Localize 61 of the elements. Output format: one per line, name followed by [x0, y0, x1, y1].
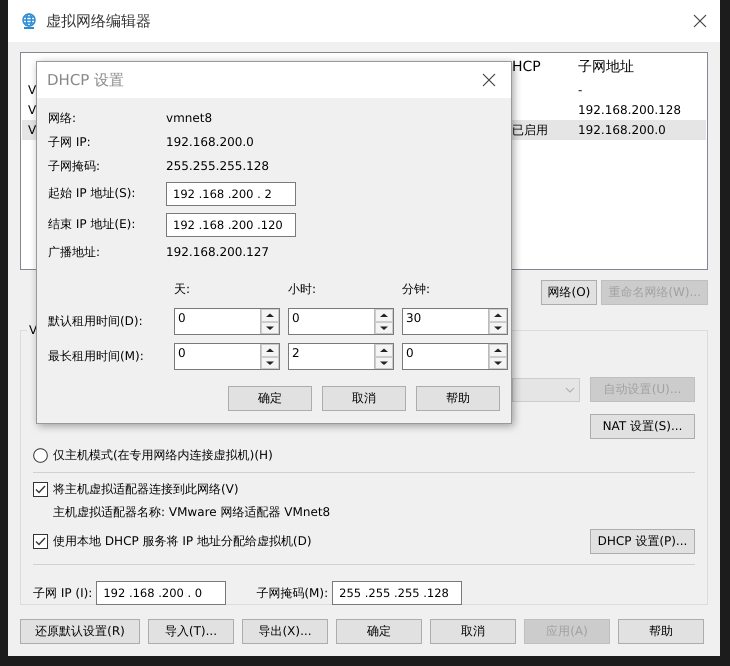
input-field[interactable]: 192 .168 .200 . 2	[166, 182, 296, 206]
field-label: 广播地址:	[48, 244, 100, 260]
spin-box[interactable]: 0	[174, 308, 280, 335]
table-cell: 已启用	[512, 122, 548, 136]
field-label: 默认租用时间(D):	[48, 313, 144, 330]
table-cell-text: V	[27, 83, 38, 97]
checkbox[interactable]	[33, 534, 48, 549]
button[interactable]: 帮助	[416, 386, 500, 411]
column-header[interactable]: 子网地址	[578, 58, 706, 76]
table-cell-text: 192.168.200.128	[578, 103, 682, 117]
button[interactable]: DHCP 设置(P)...	[590, 529, 695, 554]
column-header[interactable]: HCP	[512, 59, 578, 75]
button[interactable]: 帮助	[618, 619, 704, 644]
chevron-icon	[565, 386, 575, 392]
field-label: 最长租用时间(M):	[48, 348, 145, 365]
button[interactable]: 导入(T)...	[148, 619, 234, 644]
column-header: 小时:	[288, 281, 316, 298]
table-cell-text: V	[27, 123, 38, 137]
table-cell-text: -	[578, 83, 584, 97]
close-icon[interactable]	[481, 72, 497, 88]
button[interactable]: 取消	[430, 619, 516, 644]
table-cell-text: V	[27, 103, 38, 117]
radio-button[interactable]	[33, 448, 48, 463]
info-value: 192.168.200.0	[166, 135, 254, 149]
info-value: 255.255.255.128	[166, 159, 270, 173]
field-label: 子网掩码:	[48, 158, 100, 174]
button[interactable]: 网络(O)	[540, 280, 598, 305]
radio-label[interactable]: 仅主机模式(在专用网络内连接虚拟机)(H)	[53, 447, 273, 464]
field-label: 子网 IP:	[48, 134, 91, 150]
button[interactable]: 还原默认设置(R)	[20, 619, 140, 644]
dialog-title: DHCP 设置	[47, 70, 126, 90]
field-label: 子网掩码(M):	[256, 584, 328, 602]
window-title: 虚拟网络编辑器	[46, 12, 152, 30]
column-header: 天:	[174, 281, 190, 298]
info-value: vmnet8	[166, 111, 212, 125]
input-field[interactable]: 192 .168 .200 . 0	[96, 581, 226, 605]
button[interactable]: 确定	[228, 386, 312, 411]
close-icon[interactable]	[692, 13, 708, 29]
button[interactable]: 取消	[322, 386, 406, 411]
spin-box[interactable]: 2	[288, 343, 394, 370]
input-field[interactable]: 255 .255 .255 .128	[332, 581, 462, 605]
spin-box[interactable]: 0	[174, 343, 280, 370]
spin-box[interactable]: 30	[402, 308, 508, 335]
adapter-name: 主机虚拟适配器名称: VMware 网络适配器 VMnet8	[53, 504, 332, 521]
button[interactable]: NAT 设置(S)...	[590, 414, 695, 439]
button[interactable]: 导出(X)...	[242, 619, 328, 644]
field-label: 结束 IP 地址(E):	[48, 216, 136, 233]
checkbox[interactable]	[33, 482, 48, 497]
spin-box[interactable]: 0	[288, 308, 394, 335]
spin-box[interactable]: 0	[402, 343, 508, 370]
info-value: 192.168.200.127	[166, 245, 270, 259]
field-label: 起始 IP 地址(S):	[48, 185, 136, 202]
field-label: 子网 IP (I):	[33, 584, 92, 602]
input-field[interactable]: 192 .168 .200 .120	[166, 212, 296, 236]
globe-icon	[20, 12, 38, 30]
column-header: 分钟:	[402, 281, 430, 298]
checkbox-label[interactable]: 将主机虚拟适配器连接到此网络(V)	[53, 481, 239, 498]
field-label: 网络:	[48, 110, 76, 126]
button[interactable]: 确定	[336, 619, 422, 644]
table-cell-text: 192.168.200.0	[578, 123, 667, 137]
checkbox-label[interactable]: 使用本地 DHCP 服务将 IP 地址分配给虚拟机(D)	[53, 533, 312, 550]
